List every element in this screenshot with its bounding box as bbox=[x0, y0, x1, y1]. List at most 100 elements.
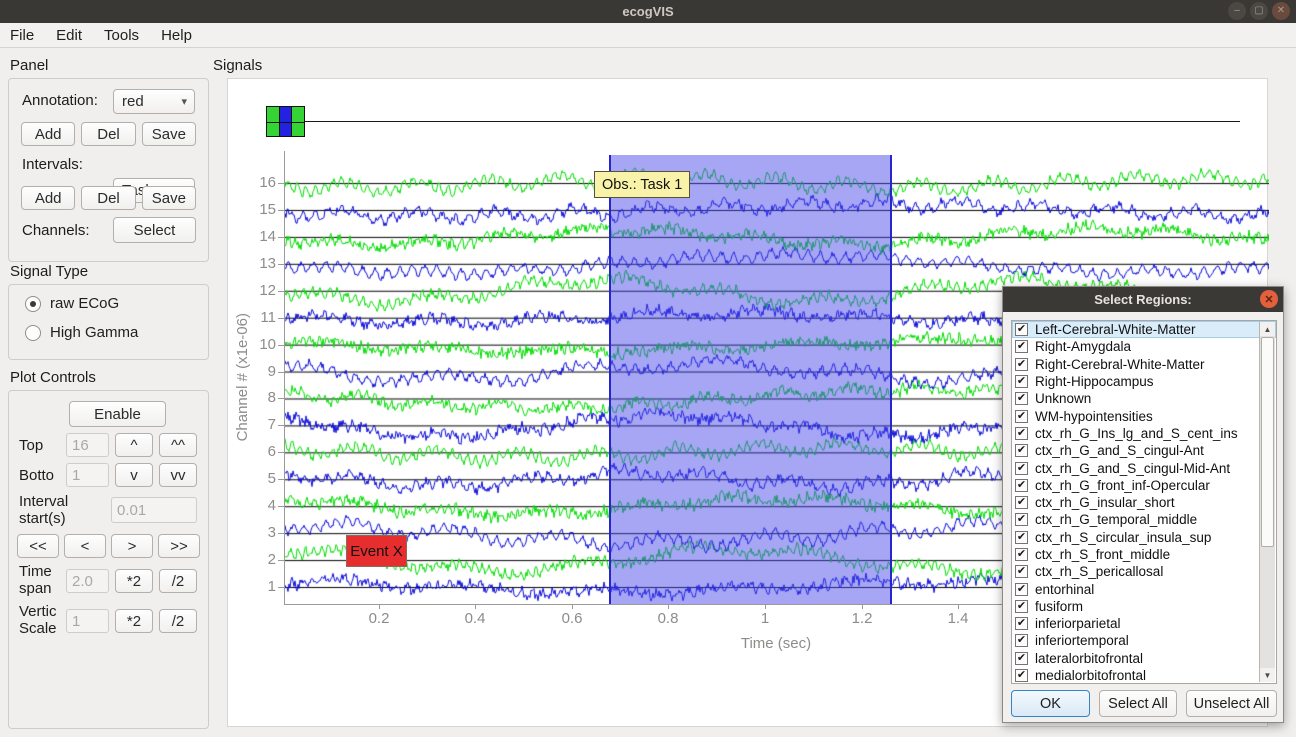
annotation-button-del[interactable]: Del bbox=[81, 122, 135, 146]
y-tick-mark bbox=[278, 398, 284, 399]
interval-selection-region[interactable] bbox=[609, 155, 892, 604]
intervals-button-del[interactable]: Del bbox=[81, 186, 135, 210]
checkbox-checked-icon[interactable]: ✔ bbox=[1015, 496, 1028, 509]
annotation-button-save[interactable]: Save bbox=[142, 122, 196, 146]
checkbox-checked-icon[interactable]: ✔ bbox=[1015, 652, 1028, 665]
scrollbar-thumb[interactable] bbox=[1261, 337, 1274, 547]
region-item[interactable]: ✔ctx_rh_G_and_S_cingul-Ant bbox=[1012, 442, 1276, 459]
region-item[interactable]: ✔ctx_rh_S_front_middle bbox=[1012, 546, 1276, 563]
nav-button--[interactable]: < bbox=[64, 534, 106, 558]
dialog-button-unselect-all[interactable]: Unselect All bbox=[1186, 690, 1277, 717]
region-item[interactable]: ✔ctx_rh_G_front_inf-Opercular bbox=[1012, 477, 1276, 494]
region-item[interactable]: ✔ctx_rh_S_circular_insula_sup bbox=[1012, 529, 1276, 546]
checkbox-checked-icon[interactable]: ✔ bbox=[1015, 565, 1028, 578]
intervals-button-save[interactable]: Save bbox=[142, 186, 196, 210]
time-span-input[interactable]: 2.0 bbox=[66, 569, 109, 593]
region-item[interactable]: ✔fusiform bbox=[1012, 598, 1276, 615]
bottom-button-v[interactable]: v bbox=[115, 463, 153, 487]
annotation-button-add[interactable]: Add bbox=[21, 122, 75, 146]
region-item[interactable]: ✔WM-hypointensities bbox=[1012, 407, 1276, 424]
vertical-scale-input[interactable]: 1 bbox=[66, 609, 109, 633]
region-item[interactable]: ✔Right-Cerebral-White-Matter bbox=[1012, 356, 1276, 373]
scroll-up-icon[interactable]: ▲ bbox=[1260, 322, 1275, 336]
checkbox-checked-icon[interactable]: ✔ bbox=[1015, 634, 1028, 647]
checkbox-checked-icon[interactable]: ✔ bbox=[1015, 427, 1028, 440]
dialog-title-bar[interactable]: Select Regions: ✕ bbox=[1003, 287, 1283, 312]
scrollbar[interactable]: ▲ ▼ bbox=[1259, 322, 1275, 682]
annotation-combobox[interactable]: red ▾ bbox=[113, 89, 195, 114]
checkbox-checked-icon[interactable]: ✔ bbox=[1015, 669, 1028, 682]
checkbox-checked-icon[interactable]: ✔ bbox=[1015, 462, 1028, 475]
region-item[interactable]: ✔ctx_rh_S_pericallosal bbox=[1012, 563, 1276, 580]
vertical-scale-button--2[interactable]: *2 bbox=[115, 609, 153, 633]
region-item[interactable]: ✔ctx_rh_G_Ins_lg_and_S_cent_ins bbox=[1012, 425, 1276, 442]
menu-help[interactable]: Help bbox=[161, 27, 192, 44]
region-item[interactable]: ✔ctx_rh_G_and_S_cingul-Mid-Ant bbox=[1012, 459, 1276, 476]
region-item[interactable]: ✔inferiortemporal bbox=[1012, 632, 1276, 649]
nav-button--[interactable]: > bbox=[111, 534, 153, 558]
channel-tick-label: 3 bbox=[242, 524, 276, 541]
region-item[interactable]: ✔inferiorparietal bbox=[1012, 615, 1276, 632]
bottom-button-vv[interactable]: vv bbox=[159, 463, 197, 487]
checkbox-checked-icon[interactable]: ✔ bbox=[1015, 375, 1028, 388]
checkbox-checked-icon[interactable]: ✔ bbox=[1015, 444, 1028, 457]
region-item[interactable]: ✔entorhinal bbox=[1012, 580, 1276, 597]
dialog-button-ok[interactable]: OK bbox=[1011, 690, 1090, 717]
menu-edit[interactable]: Edit bbox=[56, 27, 82, 44]
top-button--[interactable]: ^^ bbox=[159, 433, 197, 457]
x-tick-mark bbox=[379, 604, 380, 609]
checkbox-checked-icon[interactable]: ✔ bbox=[1015, 410, 1028, 423]
region-item[interactable]: ✔Right-Amygdala bbox=[1012, 338, 1276, 355]
checkbox-checked-icon[interactable]: ✔ bbox=[1015, 583, 1028, 596]
top-button--[interactable]: ^ bbox=[115, 433, 153, 457]
bottom-label: Botto bbox=[19, 467, 54, 484]
checkbox-checked-icon[interactable]: ✔ bbox=[1015, 358, 1028, 371]
intervals-button-add[interactable]: Add bbox=[21, 186, 75, 210]
scroll-down-icon[interactable]: ▼ bbox=[1260, 668, 1275, 682]
channels-label: Channels: bbox=[22, 222, 90, 239]
interval-start-input[interactable]: 0.01 bbox=[111, 497, 197, 523]
region-item[interactable]: ✔ lateralorbitofrontal bbox=[1012, 650, 1276, 667]
signal-type-option-high-gamma[interactable]: High Gamma bbox=[25, 324, 138, 341]
region-item[interactable]: ✔ctx_rh_G_temporal_middle bbox=[1012, 511, 1276, 528]
top-input[interactable]: 16 bbox=[66, 433, 109, 457]
checkbox-checked-icon[interactable]: ✔ bbox=[1015, 513, 1028, 526]
minimize-icon[interactable]: – bbox=[1228, 2, 1246, 20]
dialog-close-icon[interactable]: ✕ bbox=[1260, 290, 1278, 308]
nav-button--[interactable]: >> bbox=[158, 534, 200, 558]
checkbox-checked-icon[interactable]: ✔ bbox=[1015, 548, 1028, 561]
time-span-button--2[interactable]: *2 bbox=[115, 569, 153, 593]
region-item[interactable]: ✔medialorbitofrontal bbox=[1012, 667, 1276, 684]
x-tick-mark bbox=[862, 604, 863, 609]
menu-file[interactable]: File bbox=[10, 27, 34, 44]
region-item[interactable]: ✔Left-Cerebral-White-Matter bbox=[1012, 321, 1276, 338]
region-item[interactable]: ✔Right-Hippocampus bbox=[1012, 373, 1276, 390]
nav-button--[interactable]: << bbox=[17, 534, 59, 558]
maximize-icon[interactable]: ▢ bbox=[1250, 2, 1268, 20]
checkbox-checked-icon[interactable]: ✔ bbox=[1015, 340, 1028, 353]
x-tick-label: 0.2 bbox=[357, 610, 401, 627]
checkbox-checked-icon[interactable]: ✔ bbox=[1015, 531, 1028, 544]
close-icon[interactable]: ✕ bbox=[1272, 2, 1290, 20]
region-label: Unknown bbox=[1035, 391, 1091, 406]
bottom-input[interactable]: 1 bbox=[66, 463, 109, 487]
x-tick-mark bbox=[668, 604, 669, 609]
time-span-button--2[interactable]: /2 bbox=[159, 569, 197, 593]
channels-select-button[interactable]: Select bbox=[113, 217, 196, 243]
region-label: lateralorbitofrontal bbox=[1035, 651, 1143, 666]
region-item[interactable]: ✔ Unknown bbox=[1012, 390, 1276, 407]
checkbox-checked-icon[interactable]: ✔ bbox=[1015, 617, 1028, 630]
vertical-scale-button--2[interactable]: /2 bbox=[159, 609, 197, 633]
event-annotation-badge[interactable]: Event X bbox=[346, 535, 407, 567]
checkbox-checked-icon[interactable]: ✔ bbox=[1015, 392, 1028, 405]
y-tick-mark bbox=[278, 452, 284, 453]
region-item[interactable]: ✔ctx_rh_G_insular_short bbox=[1012, 494, 1276, 511]
enable-button[interactable]: Enable bbox=[69, 401, 166, 427]
signal-type-option-raw-ecog[interactable]: raw ECoG bbox=[25, 295, 119, 312]
checkbox-checked-icon[interactable]: ✔ bbox=[1015, 323, 1028, 336]
checkbox-checked-icon[interactable]: ✔ bbox=[1015, 479, 1028, 492]
overview-window-widget[interactable] bbox=[266, 106, 305, 137]
menu-tools[interactable]: Tools bbox=[104, 27, 139, 44]
dialog-button-select-all[interactable]: Select All bbox=[1099, 690, 1177, 717]
checkbox-checked-icon[interactable]: ✔ bbox=[1015, 600, 1028, 613]
